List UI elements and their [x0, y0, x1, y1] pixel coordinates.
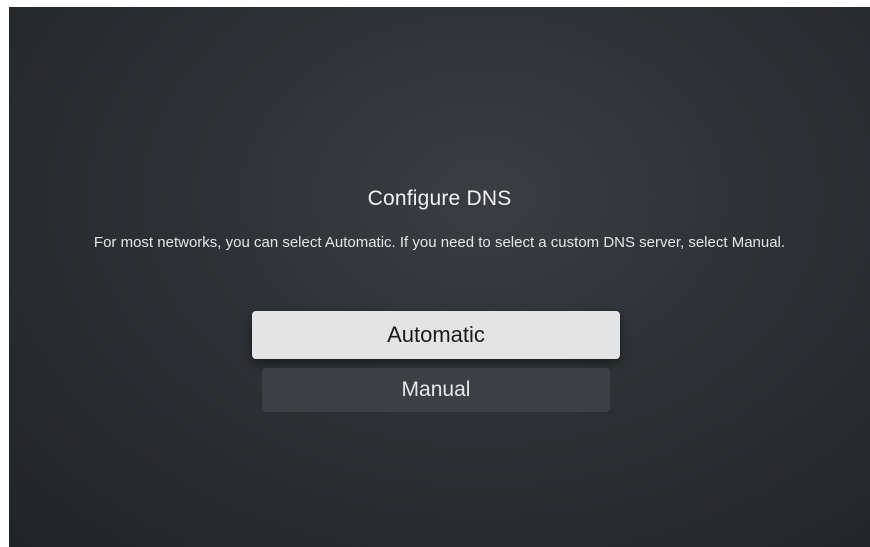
automatic-option-button[interactable]: Automatic — [252, 311, 620, 359]
tv-screen: Configure DNS For most networks, you can… — [9, 7, 870, 547]
dialog-description: For most networks, you can select Automa… — [93, 234, 786, 251]
dialog-title: Configure DNS — [367, 187, 512, 210]
manual-option-button[interactable]: Manual — [262, 368, 610, 412]
